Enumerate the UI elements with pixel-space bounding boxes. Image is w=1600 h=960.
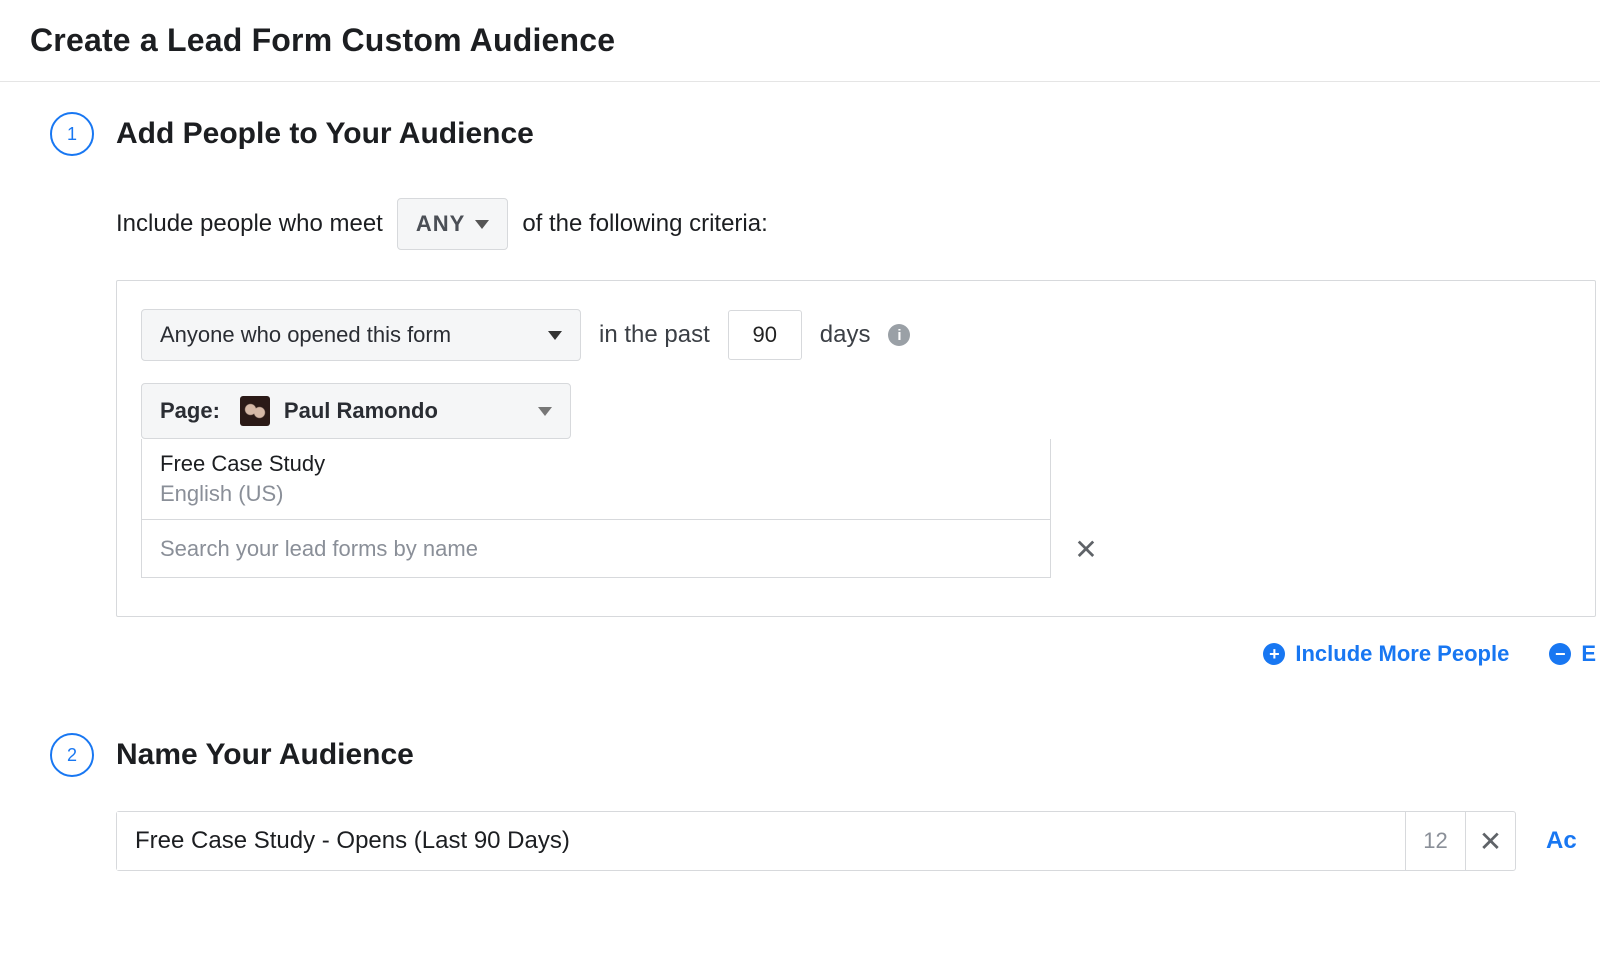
engagement-option-label: Anyone who opened this form — [160, 322, 451, 348]
close-icon: ✕ — [1476, 825, 1506, 858]
include-sentence: Include people who meet ANY of the follo… — [116, 198, 1580, 250]
criteria-actions: + Include More People − E — [116, 641, 1596, 667]
engagement-dropdown[interactable]: Anyone who opened this form — [141, 309, 581, 361]
selected-lead-form[interactable]: Free Case Study English (US) — [141, 439, 1051, 520]
page-dropdown[interactable]: Page: Paul Ramondo — [141, 383, 571, 439]
selected-lead-form-name: Free Case Study — [160, 451, 1032, 477]
step2-heading: Name Your Audience — [116, 738, 414, 772]
include-text-pre: Include people who meet — [116, 210, 383, 238]
selected-lead-form-locale: English (US) — [160, 481, 1032, 507]
chevron-down-icon — [538, 407, 552, 416]
days-input[interactable] — [728, 310, 802, 360]
audience-name-input-wrap: 12 ✕ — [116, 811, 1516, 871]
step1-body: Include people who meet ANY of the follo… — [116, 198, 1580, 667]
audience-name-clear-button[interactable]: ✕ — [1465, 812, 1515, 870]
include-text-post: of the following criteria: — [522, 210, 767, 238]
exclude-people-label-partial: E — [1581, 641, 1596, 667]
chevron-down-icon — [475, 220, 489, 229]
add-description-link-partial[interactable]: Ac — [1546, 827, 1577, 855]
days-label: days — [820, 321, 871, 349]
plus-circle-icon: + — [1263, 643, 1285, 665]
titlebar: Create a Lead Form Custom Audience — [0, 0, 1600, 82]
page-avatar — [240, 396, 270, 426]
audience-name-input[interactable] — [117, 812, 1405, 870]
step2-number: 2 — [67, 745, 77, 766]
step1-number-badge: 1 — [50, 112, 94, 156]
audience-name-row: 12 ✕ Ac — [116, 811, 1596, 871]
chevron-down-icon — [548, 331, 562, 340]
match-type-label: ANY — [416, 211, 465, 237]
criteria-box: Anyone who opened this form in the past … — [116, 280, 1596, 617]
content: 1 Add People to Your Audience Include pe… — [0, 82, 1600, 871]
match-type-dropdown[interactable]: ANY — [397, 198, 508, 250]
page-prefix-label: Page: — [160, 398, 220, 424]
in-the-past-label: in the past — [599, 321, 710, 349]
step2-number-badge: 2 — [50, 733, 94, 777]
include-more-people-button[interactable]: + Include More People — [1263, 641, 1509, 667]
engagement-row: Anyone who opened this form in the past … — [141, 309, 1571, 361]
page-title: Create a Lead Form Custom Audience — [30, 22, 1570, 59]
step1-header: 1 Add People to Your Audience — [50, 112, 1580, 156]
minus-circle-icon: − — [1549, 643, 1571, 665]
audience-name-char-remaining: 12 — [1405, 812, 1465, 870]
lead-form-audience-page: Create a Lead Form Custom Audience 1 Add… — [0, 0, 1600, 960]
info-icon[interactable]: i — [888, 324, 910, 346]
step2-body: 12 ✕ Ac — [116, 811, 1580, 871]
search-row: ✕ — [141, 520, 1571, 578]
step2-header: 2 Name Your Audience — [50, 733, 1580, 777]
step1-heading: Add People to Your Audience — [116, 117, 534, 151]
lead-form-search-input[interactable] — [141, 520, 1051, 578]
clear-criteria-button[interactable]: ✕ — [1071, 533, 1101, 566]
exclude-people-button[interactable]: − E — [1549, 641, 1596, 667]
include-more-people-label: Include More People — [1295, 641, 1509, 667]
page-name-label: Paul Ramondo — [284, 398, 438, 424]
step1-number: 1 — [67, 124, 77, 145]
